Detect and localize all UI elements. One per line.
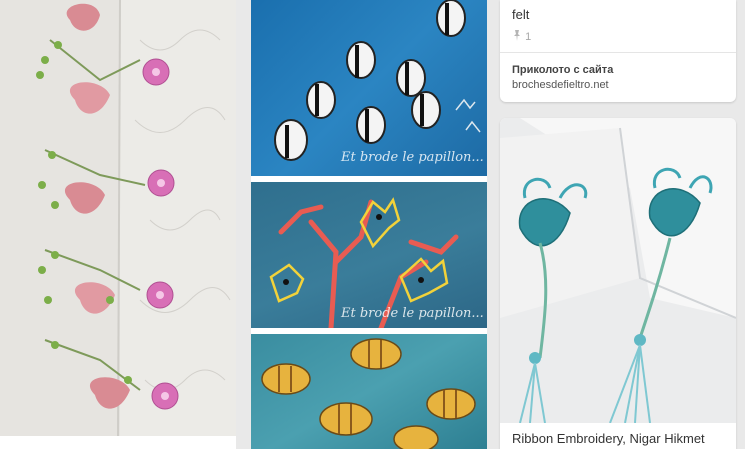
pin-image-ribbon-embroidery[interactable] xyxy=(500,118,736,423)
ribbon-embroidery-artwork xyxy=(500,118,736,423)
pin-image-ribbon-tulips[interactable] xyxy=(0,0,236,436)
repin-count: 1 xyxy=(525,31,532,43)
pin-image-coral-fish[interactable]: Et brode le papillon... xyxy=(251,182,487,331)
yellow-fish-artwork xyxy=(261,338,476,449)
ribbon-tulips-artwork xyxy=(0,0,236,436)
watermark-text: Et brode le papillon... xyxy=(341,306,484,321)
pin-icon xyxy=(512,30,525,43)
pin-title: Ribbon Embroidery, Nigar Hikmet xyxy=(512,431,705,446)
repin-count-row[interactable]: 1 xyxy=(512,30,531,43)
watermark-text: Et brode le papillon... xyxy=(341,150,484,165)
divider xyxy=(500,52,736,53)
source-label: Приколото с сайта xyxy=(512,64,614,76)
pin-card-ribbon-tulips[interactable] xyxy=(0,0,236,449)
pin-card-ribbon-embroidery[interactable]: Ribbon Embroidery, Nigar Hikmet xyxy=(500,118,736,449)
pin-card-felt[interactable]: felt 1 Приколото с сайта brochesdefieltr… xyxy=(500,0,736,102)
pin-card-fish-embroidery[interactable]: Et brode le papillon... Et brode le papi… xyxy=(251,0,487,449)
pin-image-yellow-fish[interactable] xyxy=(251,334,487,449)
pin-image-angelfish[interactable]: Et brode le papillon... xyxy=(251,0,487,176)
source-domain-link[interactable]: brochesdefieltro.net xyxy=(512,79,609,91)
pin-description: felt xyxy=(512,7,530,22)
